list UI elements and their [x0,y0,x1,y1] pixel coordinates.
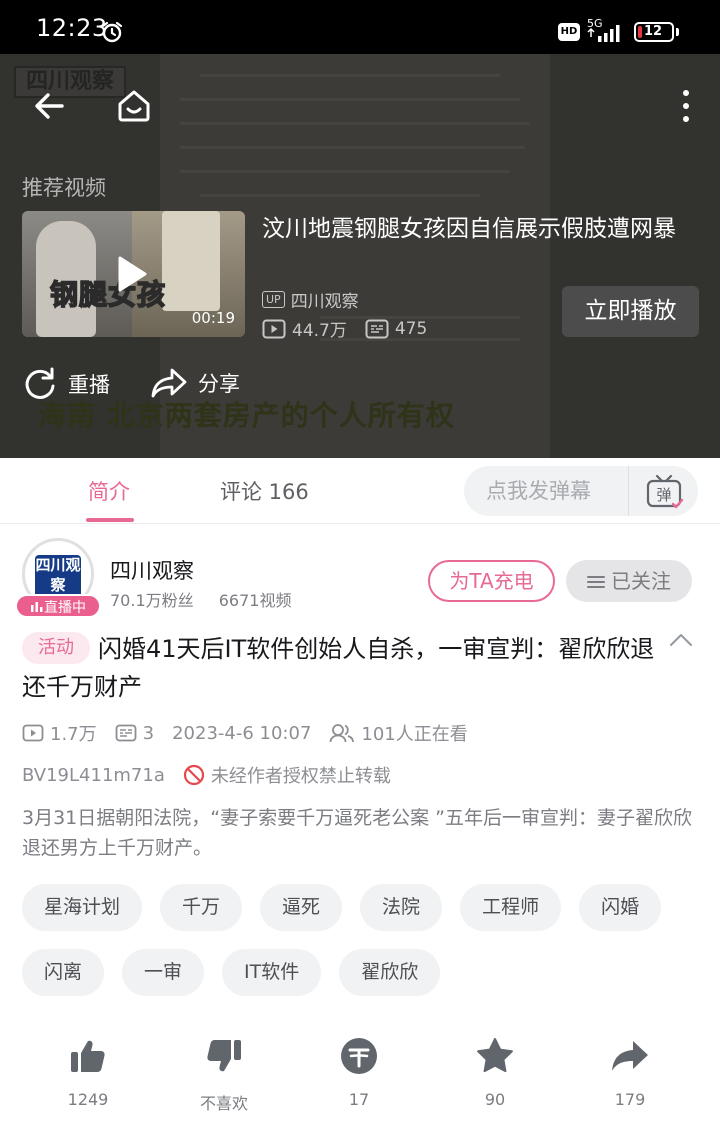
coin-icon [341,1038,377,1074]
recommended-video-thumbnail[interactable]: 钢腿女孩 00:19 [22,211,245,337]
follow-button[interactable]: 已关注 [566,560,692,602]
hd-voice-icon: HD [558,23,580,41]
content-tabs: 简介 评论 166 点我发弹幕 弹 [0,458,720,524]
tag-chip[interactable]: 闪离 [22,949,105,996]
live-icon [31,602,43,612]
tag-chip[interactable]: IT软件 [222,949,322,996]
avatar-logo: 四川观察 [35,555,81,599]
replay-button[interactable]: 重播 [22,366,110,402]
dislike-label: 不喜欢 [199,1094,248,1113]
danmaku-glyph: 弹 [656,486,671,504]
video-description: 3月31日据朝阳法院，“妻子索要千万逼死老公案 ”五年后一审宣判：妻子翟欣欣退还… [22,807,692,859]
tag-list: 星海计划 千万 逼死 法院 工程师 闪婚闪离 一审 IT软件 翟欣欣 [22,884,702,996]
no-repost-icon [183,764,204,786]
like-count: 1249 [67,1090,109,1109]
channel-stats: 70.1万粉丝 6671视频 [110,587,311,611]
menu-icon [587,576,605,588]
danmaku-count-icon [365,319,389,338]
replay-icon [25,367,55,399]
thumbs-up-icon [71,1040,105,1072]
charge-button[interactable]: 为TA充电 [428,560,555,602]
live-label: 直播中 [44,600,86,616]
tag-chip[interactable]: 逼死 [260,884,343,931]
coin-button[interactable]: 17 [309,1036,409,1109]
video-danmaku: 3 [142,722,155,744]
share-action-button[interactable]: 179 [580,1036,680,1109]
replay-label: 重播 [68,373,110,397]
tab-comments[interactable]: 评论 166 [220,476,309,506]
video-date: 2023-4-6 10:07 [172,722,312,744]
status-bar: 12:23 HD 5G 12 [0,0,720,54]
danmaku-input[interactable]: 点我发弹幕 [464,466,628,516]
thumbnail-label: 钢腿女孩 [49,277,167,312]
tag-chip[interactable]: 一审 [122,949,205,996]
thumbs-down-icon [207,1040,241,1072]
battery-icon: 12 [634,22,674,42]
action-bar: 1249 不喜欢 17 90 179 [0,1036,720,1126]
play-now-button[interactable]: 立即播放 [562,286,699,337]
follow-label: 已关注 [611,569,671,593]
share-label: 分享 [198,372,240,396]
tab-intro[interactable]: 简介 [88,476,130,506]
view-count-icon [262,319,286,338]
tag-chip[interactable]: 闪婚 [579,884,662,931]
channel-fans: 70.1万粉丝 [110,591,194,610]
video-views: 1.7万 [50,724,97,745]
home-button[interactable] [110,82,158,130]
danmaku-count-icon [115,724,137,742]
active-tab-indicator [86,518,134,522]
battery-level [638,26,642,38]
tag-chip[interactable]: 千万 [160,884,243,931]
video-id-row: BV19L411m71a 未经作者授权禁止转载 [22,762,391,788]
no-repost-notice: 未经作者授权禁止转载 [210,766,391,787]
up-badge: UP [262,291,285,308]
watching-count: 101人正在看 [361,724,468,745]
video-title: 闪婚41天后IT软件创始人自杀，一审宣判：翟欣欣退还千万财产 [22,635,655,701]
dislike-button[interactable]: 不喜欢 [174,1036,274,1114]
share-count: 179 [614,1090,646,1109]
signal-icon [587,25,620,42]
video-meta: 1.7万 3 2023-4-6 10:07 101人正在看 [22,720,486,746]
back-button[interactable] [26,82,74,130]
danmaku-toggle-icon: 弹 [646,474,684,509]
play-icon [118,256,147,292]
recommended-stats: 44.7万 475 [262,316,445,341]
battery-tip [676,28,679,36]
view-count-icon [22,724,44,742]
tag-chip[interactable]: 星海计划 [22,884,143,931]
share-icon [151,368,187,398]
coin-count: 17 [348,1090,370,1109]
video-bvid[interactable]: BV19L411m71a [22,765,165,786]
watching-icon [330,724,355,743]
share-button[interactable]: 分享 [150,366,240,400]
channel-video-count: 6671视频 [218,591,292,610]
more-options-icon[interactable] [662,82,710,130]
tag-chip[interactable]: 翟欣欣 [339,949,441,996]
star-icon [477,1038,513,1073]
like-button[interactable]: 1249 [38,1036,138,1109]
share-arrow-icon [612,1041,648,1071]
recommended-uploader: UP 四川观察 [262,287,359,312]
chevron-up-icon[interactable] [668,630,694,652]
channel-name[interactable]: 四川观察 [110,555,194,585]
danmaku-toggle[interactable]: 弹 [628,466,698,516]
recommended-danmaku: 475 [394,318,428,339]
favorite-button[interactable]: 90 [445,1036,545,1109]
alarm-icon [101,21,123,43]
video-duration: 00:19 [191,309,235,327]
recommended-views: 44.7万 [292,321,347,341]
channel-avatar[interactable]: 四川观察 直播中 [14,538,102,618]
tag-chip[interactable]: 工程师 [460,884,562,931]
live-badge: 直播中 [15,594,101,618]
recommended-uploader-name: 四川观察 [290,292,359,312]
recommended-heading: 推荐视频 [22,176,106,200]
tag-chip[interactable]: 法院 [360,884,443,931]
recommended-video-title[interactable]: 汶川地震钢腿女孩因自信展示假肢遭网暴 [262,211,692,247]
video-player[interactable]: 四川观察 海南 北京两套房产的个人所有权 推荐视频 钢腿女孩 00:19 汶川地… [0,54,720,458]
battery-text: 12 [644,24,663,39]
status-time: 12:23 [36,14,108,42]
favorite-count: 90 [484,1090,506,1109]
